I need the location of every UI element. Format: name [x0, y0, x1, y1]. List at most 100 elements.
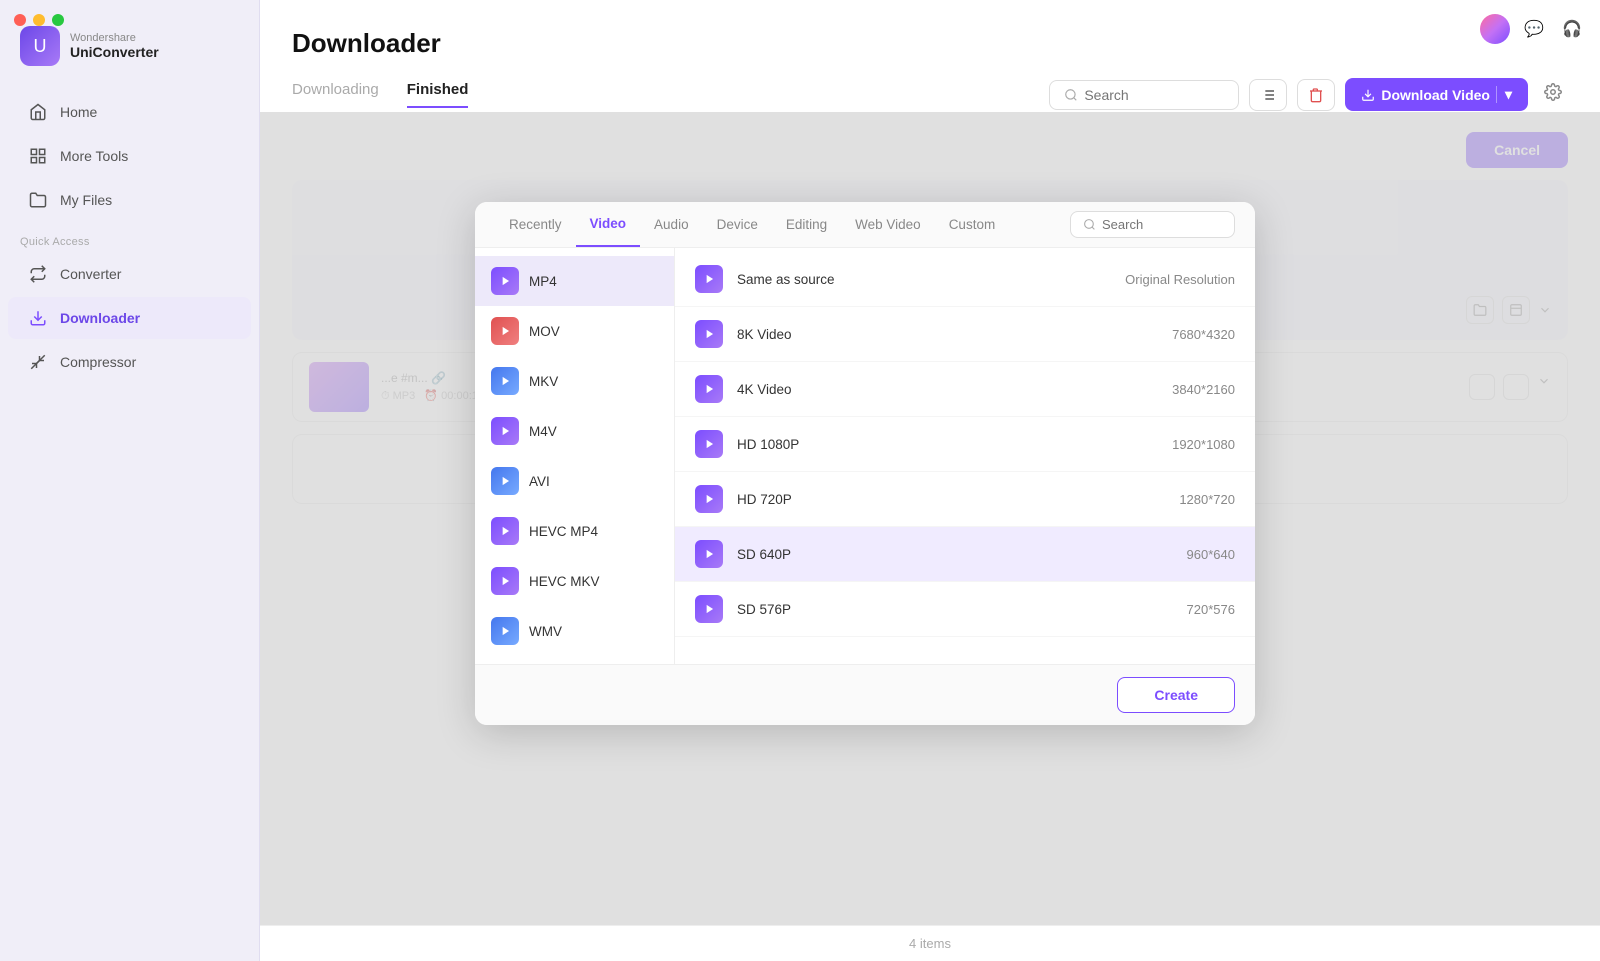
- quick-access-title: Quick Access: [0, 222, 259, 252]
- logo-name: UniConverter: [70, 44, 159, 60]
- window-controls: [14, 14, 64, 26]
- format-item-mkv[interactable]: MKV: [475, 356, 674, 406]
- compressor-icon: [28, 352, 48, 372]
- avi-format-icon: [491, 467, 519, 495]
- converter-icon: [28, 264, 48, 284]
- format-item-m4v[interactable]: M4V: [475, 406, 674, 456]
- logo-brand: Wondershare: [70, 32, 159, 44]
- tab-downloading[interactable]: Downloading: [292, 81, 379, 108]
- chat-icon[interactable]: 💬: [1520, 15, 1548, 43]
- header-row: Downloading Finished: [292, 77, 1568, 112]
- trash-icon: [1308, 87, 1324, 103]
- home-icon: [28, 102, 48, 122]
- modal-tab-editing[interactable]: Editing: [772, 203, 841, 246]
- sidebar-item-downloader[interactable]: Downloader: [8, 297, 251, 339]
- modal-search-input[interactable]: [1102, 217, 1222, 232]
- settings-icon: [1544, 83, 1562, 101]
- modal-tabs: Recently Video Audio Device Editing: [475, 202, 1255, 248]
- logo-text: Wondershare UniConverter: [70, 32, 159, 60]
- sidebar-item-label-downloader: Downloader: [60, 310, 140, 326]
- quality-item-8k[interactable]: 8K Video 7680*4320: [675, 307, 1255, 362]
- mov-format-icon: [491, 317, 519, 345]
- list-view-icon: [1260, 87, 1276, 103]
- quality-item-hd1080[interactable]: HD 1080P 1920*1080: [675, 417, 1255, 472]
- create-button[interactable]: Create: [1117, 677, 1235, 713]
- sidebar-item-compressor[interactable]: Compressor: [8, 341, 251, 383]
- sidebar-item-label-my-files: My Files: [60, 192, 112, 208]
- download-video-label: Download Video: [1381, 87, 1490, 103]
- format-item-hevc-mkv[interactable]: HEVC MKV: [475, 556, 674, 606]
- format-list: MP4 MOV MKV: [475, 248, 675, 664]
- main-content: Downloader Downloading Finished: [260, 0, 1600, 961]
- dropdown-arrow[interactable]: ▾: [1496, 86, 1512, 103]
- format-item-avi[interactable]: AVI: [475, 456, 674, 506]
- download-icon: [1361, 88, 1375, 102]
- format-item-wmv[interactable]: WMV: [475, 606, 674, 656]
- sidebar-item-converter[interactable]: Converter: [8, 253, 251, 295]
- format-item-hevc-mp4[interactable]: HEVC MP4: [475, 506, 674, 556]
- header-actions: Download Video ▾: [1049, 77, 1568, 112]
- quality-item-hd720[interactable]: HD 720P 1280*720: [675, 472, 1255, 527]
- quality-icon-same: [695, 265, 723, 293]
- mp4-format-icon: [491, 267, 519, 295]
- modal-tab-device[interactable]: Device: [703, 203, 772, 246]
- items-count: 4 items: [260, 925, 1600, 961]
- format-selector-modal: Recently Video Audio Device Editing: [475, 202, 1255, 725]
- sidebar-item-label-home: Home: [60, 104, 97, 120]
- headset-icon[interactable]: 🎧: [1558, 15, 1586, 43]
- quality-item-same-as-source[interactable]: Same as source Original Resolution: [675, 252, 1255, 307]
- search-input[interactable]: [1084, 87, 1224, 103]
- user-avatar[interactable]: [1480, 14, 1510, 44]
- app-logo: U Wondershare UniConverter: [0, 16, 259, 90]
- content-area: Cancel ...e #m... 🔗 ⏱ MP3 ⏰ 00:0: [260, 112, 1600, 925]
- mkv-format-icon: [491, 367, 519, 395]
- list-view-button[interactable]: [1249, 79, 1287, 111]
- downloader-icon: [28, 308, 48, 328]
- quality-icon-8k: [695, 320, 723, 348]
- settings-button[interactable]: [1538, 77, 1568, 112]
- format-item-mp4[interactable]: MP4: [475, 256, 674, 306]
- m4v-format-icon: [491, 417, 519, 445]
- maximize-button[interactable]: [52, 14, 64, 26]
- logo-icon: U: [20, 26, 60, 66]
- header: Downloader Downloading Finished: [260, 0, 1600, 112]
- delete-button[interactable]: [1297, 79, 1335, 111]
- sidebar-item-home[interactable]: Home: [8, 91, 251, 133]
- quality-item-4k[interactable]: 4K Video 3840*2160: [675, 362, 1255, 417]
- quality-icon-hd1080: [695, 430, 723, 458]
- modal-tab-recently[interactable]: Recently: [495, 203, 576, 246]
- modal-tab-video[interactable]: Video: [576, 202, 641, 247]
- modal-overlay: Recently Video Audio Device Editing: [260, 112, 1600, 925]
- hevc-mkv-format-icon: [491, 567, 519, 595]
- sidebar-item-label-converter: Converter: [60, 266, 121, 282]
- quality-icon-4k: [695, 375, 723, 403]
- modal-tab-web-video[interactable]: Web Video: [841, 203, 935, 246]
- minimize-button[interactable]: [33, 14, 45, 26]
- sidebar-item-label-compressor: Compressor: [60, 354, 136, 370]
- quality-item-sd576[interactable]: SD 576P 720*576: [675, 582, 1255, 637]
- files-icon: [28, 190, 48, 210]
- download-video-button[interactable]: Download Video ▾: [1345, 78, 1528, 111]
- close-button[interactable]: [14, 14, 26, 26]
- quality-icon-hd720: [695, 485, 723, 513]
- format-item-mov[interactable]: MOV: [475, 306, 674, 356]
- sidebar: U Wondershare UniConverter Home More Too…: [0, 0, 260, 961]
- page-title: Downloader: [292, 28, 1568, 59]
- hevc-mp4-format-icon: [491, 517, 519, 545]
- modal-tab-custom[interactable]: Custom: [935, 203, 1010, 246]
- modal-search-box[interactable]: [1070, 211, 1235, 238]
- modal-tab-audio[interactable]: Audio: [640, 203, 703, 246]
- topbar-icons: 💬 🎧: [1480, 14, 1586, 44]
- sidebar-item-more-tools[interactable]: More Tools: [8, 135, 251, 177]
- search-box[interactable]: [1049, 80, 1239, 110]
- quality-list: Same as source Original Resolution 8K Vi…: [675, 248, 1255, 664]
- sidebar-item-label-more-tools: More Tools: [60, 148, 128, 164]
- wmv-format-icon: [491, 617, 519, 645]
- tab-finished[interactable]: Finished: [407, 81, 469, 108]
- modal-footer: Create: [475, 664, 1255, 725]
- quality-icon-sd576: [695, 595, 723, 623]
- sidebar-item-my-files[interactable]: My Files: [8, 179, 251, 221]
- grid-icon: [28, 146, 48, 166]
- search-icon: [1064, 88, 1078, 102]
- quality-item-sd640[interactable]: SD 640P 960*640: [675, 527, 1255, 582]
